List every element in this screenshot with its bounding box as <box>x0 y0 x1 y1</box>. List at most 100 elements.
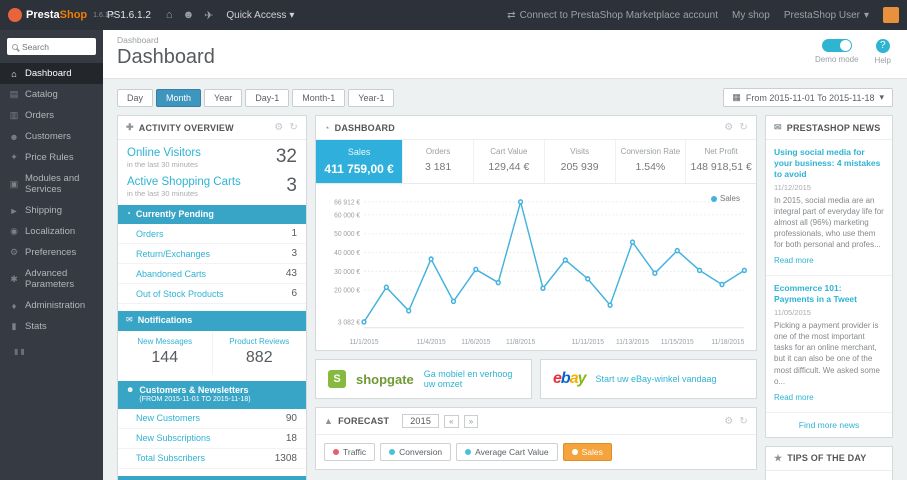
user-menu[interactable]: PrestaShop User ▾ <box>784 10 869 21</box>
filter-year-1-button[interactable]: Year-1 <box>348 88 395 107</box>
forecast-tab-average-cart-value[interactable]: Average Cart Value <box>456 443 558 461</box>
kpi-visits[interactable]: Visits 205 939 <box>545 140 616 183</box>
forecast-next-button[interactable]: » <box>463 414 479 428</box>
traffic-dot-icon <box>333 449 339 455</box>
refresh-icon[interactable]: ↻ <box>289 122 298 133</box>
forecast-prev-button[interactable]: « <box>444 414 459 428</box>
svg-text:3 082 €: 3 082 € <box>338 319 360 326</box>
demo-mode-toggle[interactable] <box>821 39 852 52</box>
read-more-link[interactable]: Read more <box>774 393 814 402</box>
plane-icon[interactable]: ✈ <box>204 9 213 22</box>
svg-text:11/6/2015: 11/6/2015 <box>461 339 490 346</box>
online-visitors-link[interactable]: Online Visitors <box>127 147 201 159</box>
topbar: PrestaShop 1.6.1.2 PS1.6.1.2 ⌂ ☻ ✈ Quick… <box>0 0 907 30</box>
ebay-cta-link[interactable]: Start uw eBay-winkel vandaag <box>596 374 717 384</box>
shopgate-cta-link[interactable]: Ga mobiel en verhoog uw omzet <box>424 369 519 389</box>
my-shop-link[interactable]: My shop <box>732 10 770 21</box>
prestashop-news-panel: ✉ PrestaShop News Using social media for… <box>765 115 893 438</box>
forecast-tab-conversion[interactable]: Conversion <box>380 443 452 461</box>
kpi-orders[interactable]: Orders 3 181 <box>403 140 474 183</box>
forecast-tab-sales[interactable]: Sales <box>562 443 612 461</box>
gear-icon[interactable]: ⚙ <box>274 122 283 133</box>
sidebar-item-advanced-parameters[interactable]: ✱ Advanced Parameters <box>0 263 103 295</box>
sidebar-item-shipping[interactable]: ► Shipping <box>0 200 103 221</box>
svg-text:60 000 €: 60 000 € <box>334 212 360 219</box>
pending-row-orders: Orders 1 <box>118 224 306 245</box>
sidebar-item-customers[interactable]: ☻ Customers <box>0 126 103 147</box>
shopgate-logo-icon: S <box>328 370 346 388</box>
filter-month-button[interactable]: Month <box>156 88 202 107</box>
find-more-news-link[interactable]: Find more news <box>766 413 892 437</box>
svg-text:11/11/2015: 11/11/2015 <box>572 339 605 346</box>
gear-icon[interactable]: ⚙ <box>724 122 733 133</box>
person-icon[interactable]: ☻ <box>183 9 195 21</box>
sidebar-item-dashboard[interactable]: ⌂ Dashboard <box>0 63 103 84</box>
refresh-icon[interactable]: ↻ <box>739 122 748 133</box>
search-icon <box>12 43 18 50</box>
filter-year-button[interactable]: Year <box>204 88 243 107</box>
customers-row-new-customers: New Customers 90 <box>118 409 306 429</box>
svg-text:11/13/2015: 11/13/2015 <box>616 339 649 346</box>
sidebar-item-price-rules[interactable]: ✦ Price Rules <box>0 147 103 168</box>
filter-day-1-button[interactable]: Day-1 <box>245 88 290 107</box>
kpi-conversion-rate[interactable]: Conversion Rate 1.54% <box>616 140 687 183</box>
forecast-panel-title: Forecast <box>338 416 390 426</box>
help-icon[interactable]: ? <box>875 39 890 53</box>
search-input[interactable] <box>22 41 91 52</box>
caret-down-icon: ▾ <box>863 9 869 21</box>
new-messages-cell: New Messages 144 <box>118 330 213 374</box>
exchange-icon: ⇄ <box>507 9 516 21</box>
svg-text:11/15/2015: 11/15/2015 <box>661 339 694 346</box>
news-headline-link[interactable]: Ecommerce 101: Payments in a Tweet <box>774 283 884 305</box>
avatar[interactable] <box>883 7 899 23</box>
gear-icon[interactable]: ⚙ <box>724 416 733 427</box>
svg-text:50 000 €: 50 000 € <box>334 231 360 238</box>
kpi-sales[interactable]: Sales 411 759,00 € <box>316 140 404 183</box>
sidebar-item-preferences[interactable]: ⚙ Preferences <box>0 242 103 263</box>
filter-day-button[interactable]: Day <box>117 88 154 107</box>
sidebar: ⌂Dashboard ▤Catalog ▥Orders ☻Customers ✦… <box>0 30 103 480</box>
sidebar-item-administration[interactable]: ♦ Administration <box>0 295 103 316</box>
activity-overview-panel: ✚ Activity overview ⚙ ↻ Online Visitors … <box>117 115 307 480</box>
news-headline-link[interactable]: Using social media for your business: 4 … <box>774 147 884 180</box>
refresh-icon[interactable]: ↻ <box>739 416 748 427</box>
localization-icon: ◉ <box>10 226 18 236</box>
prestashop-logo-icon <box>8 8 22 22</box>
ebay-banner: ebay Start uw eBay-winkel vandaag <box>540 359 757 399</box>
module-banners: S shopgate Ga mobiel en verhoog uw omzet… <box>315 359 757 399</box>
svg-text:66 912 €: 66 912 € <box>334 199 360 206</box>
news-item: Ecommerce 101: Payments in a Tweet 11/05… <box>766 276 892 413</box>
kpi-cart-value[interactable]: Cart Value 129,44 € <box>474 140 545 183</box>
sidebar-item-localization[interactable]: ◉ Localization <box>0 221 103 242</box>
svg-text:11/1/2015: 11/1/2015 <box>349 339 378 346</box>
marketplace-link[interactable]: ⇄ Connect to PrestaShop Marketplace acco… <box>507 10 718 21</box>
administration-icon: ♦ <box>11 300 17 311</box>
prestashop-logo[interactable]: PrestaShop 1.6.1.2 <box>0 8 115 22</box>
tips-panel-title: Tips of the day <box>787 453 867 464</box>
collapse-menu-button[interactable]: ▮▮ <box>0 337 103 356</box>
customers-row-total-subscribers: Total Subscribers 1308 <box>118 449 306 469</box>
sidebar-item-catalog[interactable]: ▤ Catalog <box>0 84 103 105</box>
sidebar-item-orders[interactable]: ▥ Orders <box>0 105 103 126</box>
pending-row-out-of-stock: Out of Stock Products 6 <box>118 284 306 305</box>
date-range-button[interactable]: ▦ From 2015-11-01 To 2015-11-18 ▾ <box>723 88 893 107</box>
star-icon: ★ <box>774 452 783 463</box>
forecast-panel: ▲ Forecast 2015 « » ⚙ ↻ Traffic Conversi… <box>315 407 757 470</box>
active-carts-value: 3 <box>286 175 297 196</box>
sidebar-item-stats[interactable]: ▮ Stats <box>0 316 103 337</box>
forecast-tabs: Traffic Conversion Average Cart Value Sa… <box>316 435 756 469</box>
gauge-icon: ◔ <box>324 122 330 133</box>
quick-access-menu[interactable]: Quick Access ▾ <box>226 10 294 21</box>
notifications-block: New Messages 144 Product Reviews 882 <box>118 330 306 374</box>
sidebar-item-modules[interactable]: ▣ Modules and Services <box>0 168 103 200</box>
breadcrumb[interactable]: Dashboard <box>117 35 893 45</box>
shop-icon[interactable]: ⌂ <box>166 9 173 21</box>
shop-name-label: PS1.6.1.2 <box>107 9 151 21</box>
forecast-year-select[interactable]: 2015 <box>402 414 440 428</box>
svg-text:11/8/2015: 11/8/2015 <box>506 339 535 346</box>
kpi-net-profit[interactable]: Net Profit 148 918,51 € <box>686 140 756 183</box>
read-more-link[interactable]: Read more <box>774 256 814 265</box>
active-carts-link[interactable]: Active Shopping Carts <box>127 176 241 188</box>
forecast-tab-traffic[interactable]: Traffic <box>324 443 376 461</box>
filter-month-1-button[interactable]: Month-1 <box>292 88 346 107</box>
